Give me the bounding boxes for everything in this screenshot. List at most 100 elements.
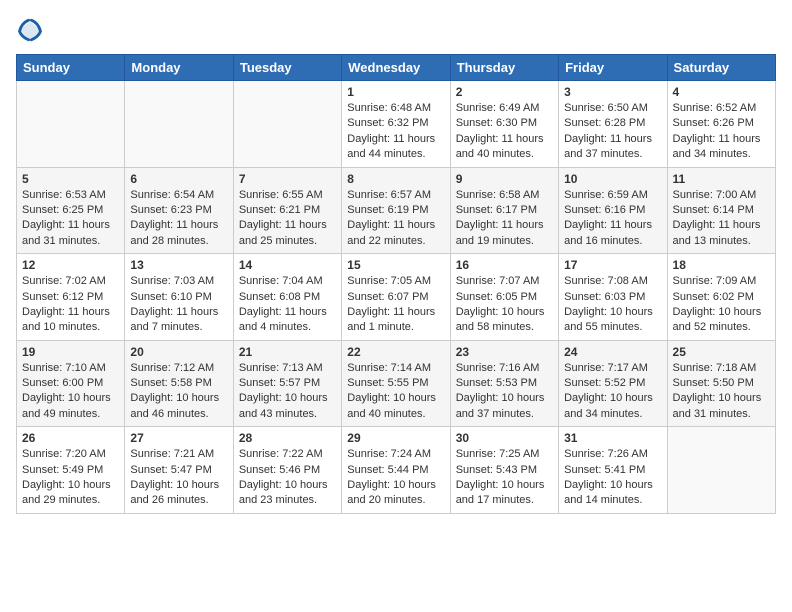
day-cell: 25Sunrise: 7:18 AMSunset: 5:50 PMDayligh… — [667, 340, 775, 427]
day-cell: 23Sunrise: 7:16 AMSunset: 5:53 PMDayligh… — [450, 340, 558, 427]
day-info: Sunrise: 7:12 AM Sunset: 5:58 PM Daylight:… — [130, 361, 227, 423]
sunset-text: Sunset: 6:14 PM — [673, 204, 754, 216]
day-number: 4 — [673, 85, 770, 99]
day-info: Sunrise: 6:48 AMSunset: 6:32 PMDaylight:… — [347, 101, 444, 163]
day-cell: 10 Sunrise: 6:59 AMSunset: 6:16 PMDayligh… — [559, 167, 667, 254]
sunset-text: Sunset: 6:03 PM — [564, 291, 645, 303]
day-info: Sunrise: 6:59 AMSunset: 6:16 PMDaylight:… — [564, 188, 661, 250]
day-info: Sunrise: 7:00 AMSunset: 6:14 PMDaylight:… — [673, 188, 770, 250]
sunrise-text: Sunrise: 6:58 AM — [456, 189, 540, 201]
day-cell: 22 Sunrise: 7:14 AMSunset: 5:55 PMDayligh… — [342, 340, 450, 427]
day-info: Sunrise: 6:50 AM Sunset: 6:28 PM Daylight:… — [564, 101, 661, 163]
sunrise-text: Sunrise: 7:21 AM — [130, 448, 214, 460]
daylight-text: Daylight: 11 hours and 28 minutes. — [130, 219, 218, 246]
sunset-text: Sunset: 6:02 PM — [673, 291, 754, 303]
sunset-text: Sunset: 5:58 PM — [130, 377, 211, 389]
day-info: Sunrise: 6:57 AMSunset: 6:19 PMDaylight:… — [347, 188, 444, 250]
day-info: Sunrise: 7:05 AMSunset: 6:07 PMDaylight:… — [347, 274, 444, 336]
day-info: Sunrise: 7:13 AMSunset: 5:57 PMDaylight:… — [239, 361, 336, 423]
day-cell: 4 Sunrise: 6:52 AM Sunset: 6:26 PM Daylight… — [667, 81, 775, 168]
day-cell: 29Sunrise: 7:24 AMSunset: 5:44 PMDayligh… — [342, 427, 450, 514]
daylight-text: Daylight: 11 hours and 7 minutes. — [130, 306, 218, 333]
day-info: Sunrise: 6:52 AM Sunset: 6:26 PM Daylight:… — [673, 101, 770, 163]
day-number: 1 — [347, 85, 444, 99]
sunrise-text: Sunrise: 6:59 AM — [564, 189, 648, 201]
sunrise-text: Sunrise: 7:20 AM — [22, 448, 106, 460]
sunrise-text: Sunrise: 6:49 AM — [456, 102, 540, 114]
sunset-text: Sunset: 6:25 PM — [22, 204, 103, 216]
day-info: Sunrise: 6:49 AMSunset: 6:30 PMDaylight:… — [456, 101, 553, 163]
day-cell: 24Sunrise: 7:17 AMSunset: 5:52 PMDayligh… — [559, 340, 667, 427]
day-info: Sunrise: 6:54 AMSunset: 6:23 PMDaylight:… — [130, 188, 227, 250]
daylight-text: Daylight: 11 hours and 1 minute. — [347, 306, 435, 333]
day-cell: 31Sunrise: 7:26 AMSunset: 5:41 PMDayligh… — [559, 427, 667, 514]
day-info: Sunrise: 7:24 AMSunset: 5:44 PMDaylight:… — [347, 447, 444, 509]
sunset-text: Sunset: 6:21 PM — [239, 204, 320, 216]
week-row-4: 19Sunrise: 7:10 AMSunset: 6:00 PMDayligh… — [17, 340, 776, 427]
daylight-text: Daylight: 10 hours and 43 minutes. — [239, 392, 328, 419]
day-header-wednesday: Wednesday — [342, 55, 450, 81]
day-cell: 8Sunrise: 6:57 AMSunset: 6:19 PMDaylight… — [342, 167, 450, 254]
sunrise-text: Sunrise: 7:07 AM — [456, 275, 540, 287]
day-cell: 28Sunrise: 7:22 AMSunset: 5:46 PMDayligh… — [233, 427, 341, 514]
day-header-tuesday: Tuesday — [233, 55, 341, 81]
sunrise-text: Sunrise: 7:12 AM — [130, 362, 214, 374]
day-cell — [233, 81, 341, 168]
sunrise-text: Sunrise: 7:00 AM — [673, 189, 757, 201]
day-info: Sunrise: 6:58 AMSunset: 6:17 PMDaylight:… — [456, 188, 553, 250]
sunrise-text: Sunrise: 6:57 AM — [347, 189, 431, 201]
week-row-2: 5Sunrise: 6:53 AMSunset: 6:25 PMDaylight… — [17, 167, 776, 254]
daylight-text: Daylight: 11 hours and 40 minutes. — [456, 133, 544, 160]
day-number: 10 — [564, 172, 661, 186]
sunset-text: Sunset: 5:52 PM — [564, 377, 645, 389]
sunrise-text: Sunrise: 6:50 AM — [564, 102, 648, 114]
daylight-text: Daylight: 10 hours and 17 minutes. — [456, 479, 545, 506]
day-cell: 11Sunrise: 7:00 AMSunset: 6:14 PMDayligh… — [667, 167, 775, 254]
sunrise-text: Sunrise: 7:14 AM — [347, 362, 431, 374]
daylight-text: Daylight: 10 hours and 46 minutes. — [130, 392, 219, 419]
sunrise-text: Sunrise: 7:26 AM — [564, 448, 648, 460]
sunrise-text: Sunrise: 6:52 AM — [673, 102, 757, 114]
day-cell: 20 Sunrise: 7:12 AM Sunset: 5:58 PM Dayligh… — [125, 340, 233, 427]
day-number: 6 — [130, 172, 227, 186]
day-info: Sunrise: 7:09 AMSunset: 6:02 PMDaylight:… — [673, 274, 770, 336]
sunrise-text: Sunrise: 7:04 AM — [239, 275, 323, 287]
day-number: 28 — [239, 431, 336, 445]
sunset-text: Sunset: 5:50 PM — [673, 377, 754, 389]
calendar-table: SundayMondayTuesdayWednesdayThursdayFrid… — [16, 54, 776, 514]
sunrise-text: Sunrise: 7:02 AM — [22, 275, 106, 287]
sunset-text: Sunset: 6:26 PM — [673, 117, 754, 129]
day-number: 21 — [239, 345, 336, 359]
sunrise-text: Sunrise: 7:03 AM — [130, 275, 214, 287]
sunset-text: Sunset: 6:17 PM — [456, 204, 537, 216]
day-number: 25 — [673, 345, 770, 359]
day-number: 20 — [130, 345, 227, 359]
day-number: 23 — [456, 345, 553, 359]
sunset-text: Sunset: 6:28 PM — [564, 117, 645, 129]
day-number: 9 — [456, 172, 553, 186]
sunrise-text: Sunrise: 7:25 AM — [456, 448, 540, 460]
week-row-3: 12Sunrise: 7:02 AMSunset: 6:12 PMDayligh… — [17, 254, 776, 341]
sunrise-text: Sunrise: 7:22 AM — [239, 448, 323, 460]
day-cell: 7Sunrise: 6:55 AMSunset: 6:21 PMDaylight… — [233, 167, 341, 254]
day-cell: 21 Sunrise: 7:13 AMSunset: 5:57 PMDayligh… — [233, 340, 341, 427]
sunset-text: Sunset: 5:41 PM — [564, 464, 645, 476]
daylight-text: Daylight: 11 hours and 37 minutes. — [564, 133, 652, 160]
day-number: 22 — [347, 345, 444, 359]
day-cell: 2Sunrise: 6:49 AMSunset: 6:30 PMDaylight… — [450, 81, 558, 168]
daylight-text: Daylight: 10 hours and 52 minutes. — [673, 306, 762, 333]
daylight-text: Daylight: 11 hours and 34 minutes. — [673, 133, 761, 160]
sunset-text: Sunset: 6:32 PM — [347, 117, 428, 129]
day-info: Sunrise: 6:55 AMSunset: 6:21 PMDaylight:… — [239, 188, 336, 250]
daylight-text: Daylight: 10 hours and 58 minutes. — [456, 306, 545, 333]
sunrise-text: Sunrise: 6:53 AM — [22, 189, 106, 201]
day-info: Sunrise: 7:03 AMSunset: 6:10 PMDaylight:… — [130, 274, 227, 336]
day-number: 13 — [130, 258, 227, 272]
sunset-text: Sunset: 5:43 PM — [456, 464, 537, 476]
day-number: 14 — [239, 258, 336, 272]
daylight-text: Daylight: 10 hours and 26 minutes. — [130, 479, 219, 506]
day-cell: 18Sunrise: 7:09 AMSunset: 6:02 PMDayligh… — [667, 254, 775, 341]
day-info: Sunrise: 7:04 AMSunset: 6:08 PMDaylight:… — [239, 274, 336, 336]
day-info: Sunrise: 7:14 AMSunset: 5:55 PMDaylight:… — [347, 361, 444, 423]
sunrise-text: Sunrise: 6:48 AM — [347, 102, 431, 114]
